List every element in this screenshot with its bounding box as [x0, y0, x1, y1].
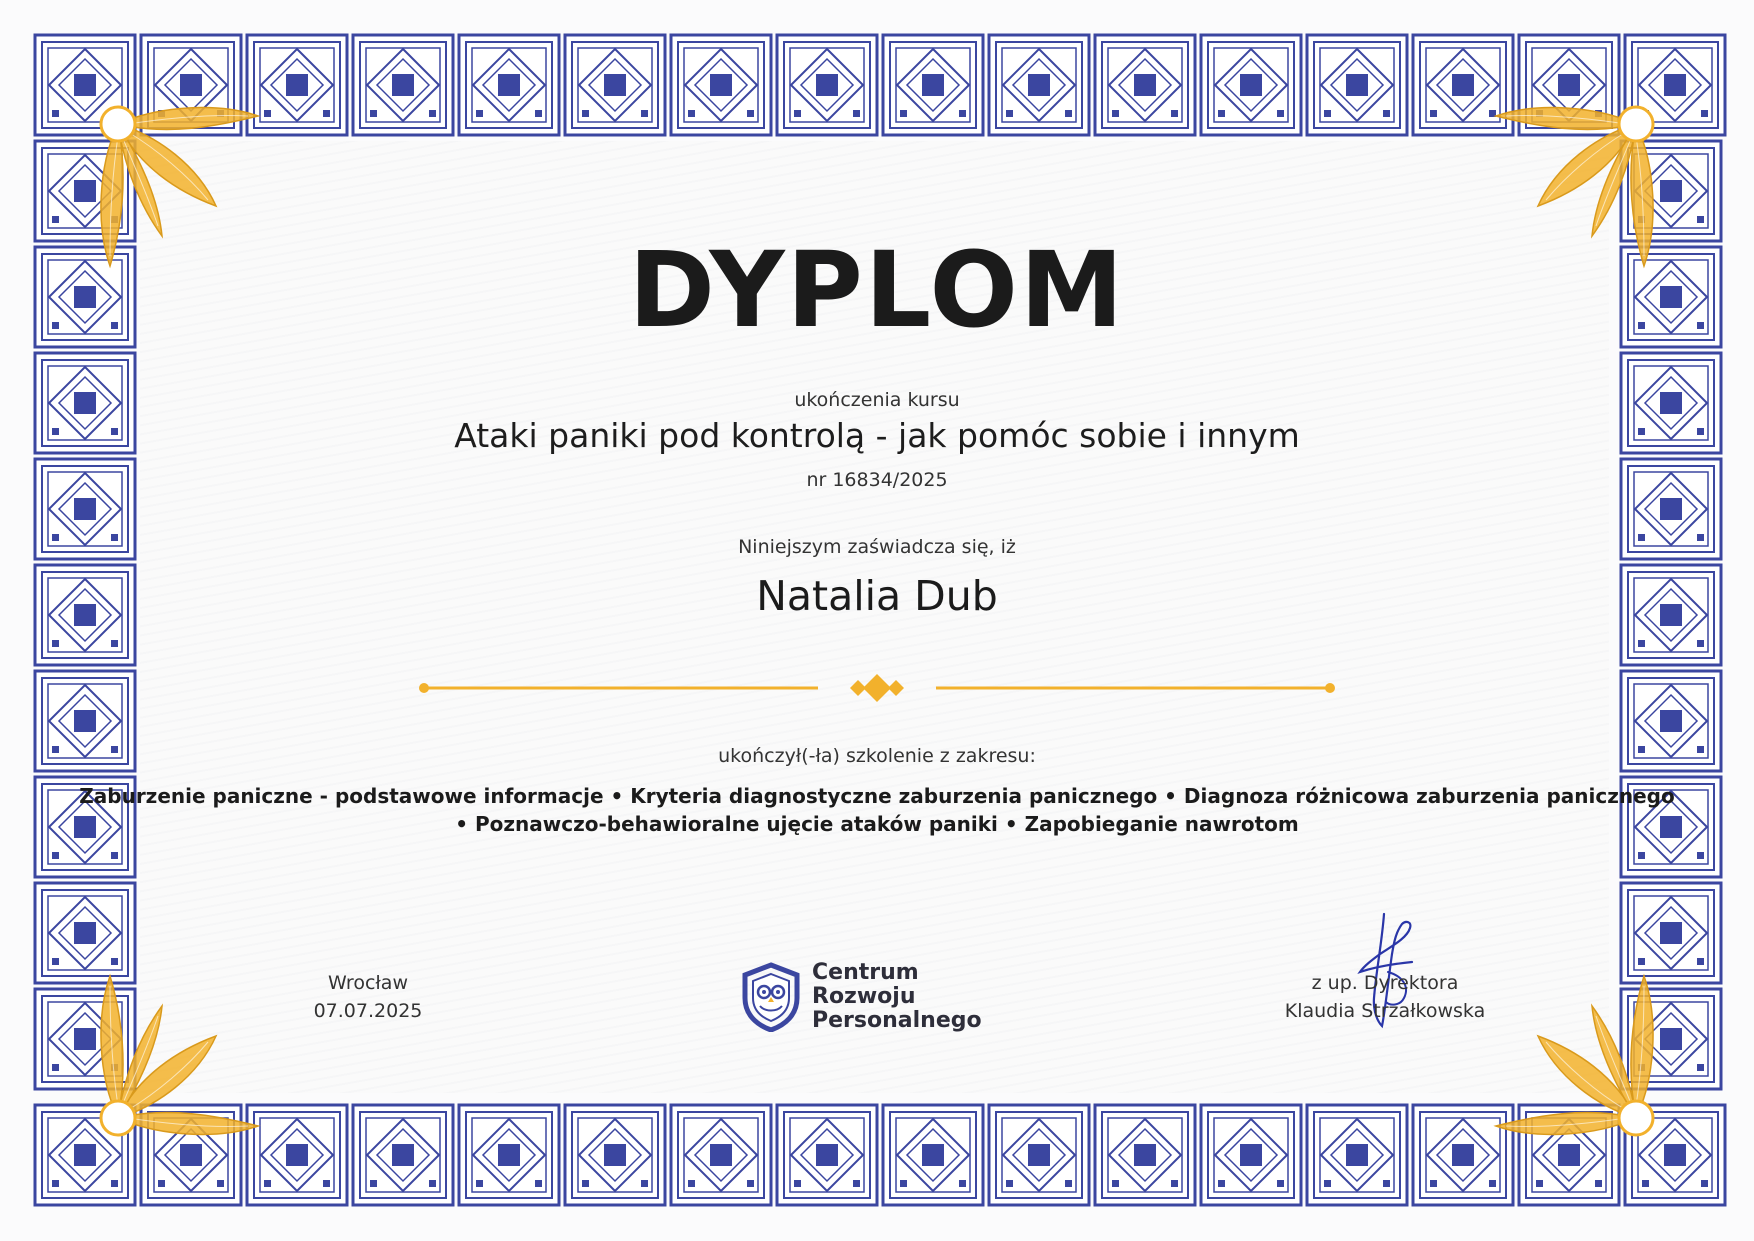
city: Wrocław: [328, 972, 408, 994]
course-label: ukończenia kursu: [794, 389, 960, 411]
topics-line-1: Zaburzenie paniczne - podstawowe informa…: [79, 784, 1675, 808]
certificate-title: DYPLOM: [628, 229, 1126, 351]
completed-label: ukończył(-ła) szkolenie z zakresu:: [718, 745, 1036, 767]
gold-diamond-divider-icon: [410, 668, 1344, 708]
signatory-name: Klaudia Strzałkowska: [1284, 1000, 1486, 1022]
border-tile-icon: [881, 1103, 985, 1207]
organization-name: Centrum Rozwoju Personalnego: [812, 961, 1020, 1033]
border-tile-icon: [457, 1103, 561, 1207]
border-tile-icon: [563, 33, 667, 137]
organization-name-line-1: Centrum Rozwoju: [812, 960, 919, 1009]
certificate-number: nr 16834/2025: [806, 469, 948, 491]
course-name: Ataki paniki pod kontrolą - jak pomóc so…: [454, 416, 1300, 455]
border-tile-icon: [987, 33, 1091, 137]
border-tile-icon: [457, 33, 561, 137]
signatory-role: z up. Dyrektora: [1311, 972, 1459, 994]
border-tile-icon: [669, 33, 773, 137]
border-tile-icon: [1305, 33, 1409, 137]
border-tile-icon: [881, 33, 985, 137]
recipient-name: Natalia Dub: [756, 572, 998, 620]
border-tile-icon: [351, 33, 455, 137]
topics-list: Zaburzenie paniczne - podstawowe informa…: [0, 782, 1754, 838]
border-tile-icon: [1093, 1103, 1197, 1207]
issue-date: 07.07.2025: [313, 1000, 423, 1022]
border-tile-icon: [563, 1103, 667, 1207]
border-tile-icon: [1199, 33, 1303, 137]
border-tile-icon: [1199, 1103, 1303, 1207]
certify-label: Niniejszym zaświadcza się, iż: [738, 536, 1016, 558]
signatory-block: z up. Dyrektora Klaudia Strzałkowska: [1238, 969, 1532, 1025]
border-tile-icon: [987, 1103, 1091, 1207]
certificate-page: DYPLOM ukończenia kursu Ataki paniki pod…: [0, 0, 1754, 1241]
border-tile-icon: [775, 33, 879, 137]
border-tile-icon: [775, 1103, 879, 1207]
corner-ornament-bottom-left-icon: [88, 946, 288, 1146]
organization-logo: Centrum Rozwoju Personalnego: [740, 961, 1020, 1033]
border-tile-icon: [669, 1103, 773, 1207]
border-tile-icon: [351, 1103, 455, 1207]
topics-line-2: • Poznawczo-behawioralne ujęcie ataków p…: [455, 812, 1299, 836]
organization-name-line-2: Personalnego: [812, 1008, 982, 1033]
border-tile-icon: [1305, 1103, 1409, 1207]
border-tile-icon: [1093, 33, 1197, 137]
owl-shield-logo-icon: [740, 962, 802, 1032]
place-date-block: Wrocław 07.07.2025: [288, 969, 448, 1025]
